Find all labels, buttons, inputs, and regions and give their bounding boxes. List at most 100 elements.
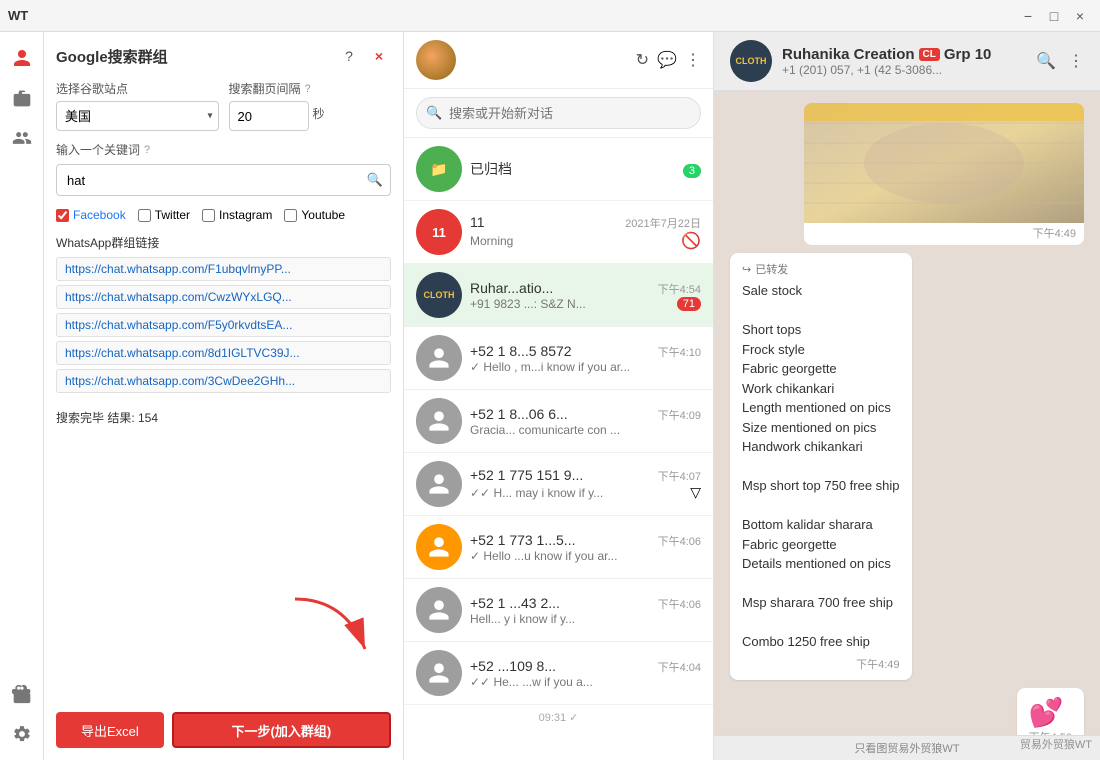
chat-header-icons: ↻ 💬 ⋮: [636, 50, 701, 70]
chat-avatar-11: 11: [416, 209, 462, 255]
chat-list-timestamp: 09:31 ✓: [404, 705, 713, 730]
help-icon-button[interactable]: ?: [337, 44, 361, 68]
msg-image-container: 下午4:49: [804, 103, 1084, 245]
chat-item-body: 已归档 3: [470, 159, 701, 179]
msg-image: [804, 103, 1084, 223]
chat-search-input[interactable]: [416, 97, 701, 129]
chat-item-ruhanika[interactable]: CLOTH Ruhar...atio... 下午4:54 +91 9823 ..…: [404, 264, 713, 327]
more-icon[interactable]: ⋮: [685, 50, 701, 70]
chat-item-name: 已归档: [470, 159, 512, 179]
close-button[interactable]: ×: [1068, 4, 1092, 28]
keyword-search-icon[interactable]: 🔍: [367, 172, 383, 188]
link-item[interactable]: https://chat.whatsapp.com/F5y0rkvdtsEA..…: [56, 313, 391, 337]
icon-sidebar: [0, 32, 44, 760]
left-panel: Google搜索群组 ? × 选择谷歌站点 美国 中国 英国 ▾: [44, 32, 404, 760]
bottom-buttons: 导出Excel 下一步(加入群组): [56, 712, 391, 748]
interval-input[interactable]: [229, 101, 309, 131]
maximize-button[interactable]: □: [1042, 4, 1066, 28]
sidebar-item-gift[interactable]: [4, 676, 40, 712]
keyword-input-wrapper: 🔍: [56, 164, 391, 196]
chat-item-11[interactable]: 11 11 2021年7月22日 Morning 🚫: [404, 201, 713, 264]
chat-item-msg: ✓✓ H... may i know if y...: [470, 486, 603, 500]
chat-item-time: 下午4:06: [658, 533, 701, 549]
chat-item-top: +52 1 8...06 6... 下午4:09: [470, 406, 701, 423]
chat-panel: ↻ 💬 ⋮ 🔍 📁 已归档 3: [404, 32, 714, 760]
chat-item-name: +52 1 ...43 2...: [470, 595, 560, 611]
chat-avatar-52-4: [416, 524, 462, 570]
sidebar-item-people[interactable]: [4, 120, 40, 156]
checkbox-instagram[interactable]: Instagram: [202, 208, 272, 222]
chat-view-more-icon[interactable]: ⋮: [1068, 51, 1084, 71]
chat-item-bottom: ✓ Hello ...u know if you ar...: [470, 549, 701, 563]
chat-item-52-4[interactable]: +52 1 773 1...5... 下午4:06 ✓ Hello ...u k…: [404, 516, 713, 579]
sidebar-item-briefcase[interactable]: [4, 80, 40, 116]
chat-view-icons: 🔍 ⋮: [1036, 51, 1084, 71]
chat-item-top: 11 2021年7月22日: [470, 214, 701, 231]
chat-item-52-5[interactable]: +52 1 ...43 2... 下午4:06 Hell... y i know…: [404, 579, 713, 642]
chat-avatar-52-3: [416, 461, 462, 507]
chat-item-archived[interactable]: 📁 已归档 3: [404, 138, 713, 201]
chat-item-52-3[interactable]: +52 1 775 151 9... 下午4:07 ✓✓ H... may i …: [404, 453, 713, 516]
sidebar-item-user[interactable]: [4, 40, 40, 76]
chat-item-52-1[interactable]: +52 1 8...5 8572 下午4:10 ✓ Hello , m...i …: [404, 327, 713, 390]
chat-item-name: +52 1 8...06 6...: [470, 406, 568, 422]
chat-item-52-2[interactable]: +52 1 8...06 6... 下午4:09 Gracia... comun…: [404, 390, 713, 453]
chat-item-msg: Gracia... comunicarte con ...: [470, 423, 620, 437]
panel-header-icons: ? ×: [337, 44, 391, 68]
msg-text: Sale stock Short tops Frock style Fabric…: [742, 281, 900, 652]
chat-item-top: +52 ...109 8... 下午4:04: [470, 658, 701, 675]
main-layout: Google搜索群组 ? × 选择谷歌站点 美国 中国 英国 ▾: [0, 32, 1100, 760]
chat-item-top: +52 1 8...5 8572 下午4:10: [470, 343, 701, 360]
link-item[interactable]: https://chat.whatsapp.com/F1ubqvlmyPP...: [56, 257, 391, 281]
link-item[interactable]: https://chat.whatsapp.com/CwzWYxLGQ...: [56, 285, 391, 309]
keyword-label-text: 输入一个关键词: [56, 141, 140, 158]
chat-item-time: 下午4:07: [658, 468, 701, 484]
site-interval-row: 选择谷歌站点 美国 中国 英国 ▾ 搜索翻页间隔 ?: [56, 80, 391, 131]
site-select[interactable]: 美国 中国 英国: [56, 101, 219, 131]
minimize-button[interactable]: −: [1016, 4, 1040, 28]
chat-item-body: +52 1 8...06 6... 下午4:09 Gracia... comun…: [470, 406, 701, 437]
refresh-icon[interactable]: ↻: [636, 50, 649, 70]
chat-view-search-icon[interactable]: 🔍: [1036, 51, 1056, 71]
link-item[interactable]: https://chat.whatsapp.com/8d1IGLTVC39J..…: [56, 341, 391, 365]
chat-search-icon: 🔍: [426, 105, 442, 121]
keyword-input[interactable]: [56, 164, 391, 196]
chat-item-top: +52 1 773 1...5... 下午4:06: [470, 532, 701, 549]
chat-item-body: +52 ...109 8... 下午4:04 ✓✓ He... ...w if …: [470, 658, 701, 689]
checkbox-twitter[interactable]: Twitter: [138, 208, 190, 222]
chat-view-header: CLOTH Ruhanika Creation CL Grp 10 +1 (20…: [714, 32, 1100, 91]
chat-item-top: Ruhar...atio... 下午4:54: [470, 280, 701, 297]
site-select-wrapper: 美国 中国 英国 ▾: [56, 101, 219, 131]
watermark: 贸易外贸狼WT: [1020, 736, 1092, 752]
panel-close-button[interactable]: ×: [367, 44, 391, 68]
chat-avatar-52-6: [416, 650, 462, 696]
panel-header: Google搜索群组 ? ×: [56, 44, 391, 68]
chat-search-area: 🔍: [404, 89, 713, 138]
checkbox-youtube[interactable]: Youtube: [284, 208, 345, 222]
cl-badge: CL: [919, 48, 940, 61]
chat-item-msg: ✓ Hello ...u know if you ar...: [470, 549, 617, 563]
chat-item-bottom: +91 9823 ...: S&Z N... 71: [470, 297, 701, 311]
chat-avatar-52-1: [416, 335, 462, 381]
chat-badge: 71: [677, 297, 701, 311]
chat-badge: 3: [683, 164, 701, 178]
window-controls: − □ ×: [1016, 4, 1092, 28]
status-bar: 搜索完毕 结果: 154: [56, 409, 391, 426]
chat-item-time: 下午4:09: [658, 407, 701, 423]
export-excel-button[interactable]: 导出Excel: [56, 712, 164, 748]
sidebar-item-settings[interactable]: [4, 716, 40, 752]
chat-panel-header: ↻ 💬 ⋮: [404, 32, 713, 89]
msg-image-time: 下午4:49: [804, 223, 1084, 245]
checkbox-facebook[interactable]: Facebook: [56, 208, 126, 222]
chat-item-name: +52 1 8...5 8572: [470, 343, 572, 359]
link-item[interactable]: https://chat.whatsapp.com/3CwDee2GHh...: [56, 369, 391, 393]
chat-item-time: 下午4:10: [658, 344, 701, 360]
interval-unit: 秒: [313, 105, 325, 128]
next-step-button[interactable]: 下一步(加入群组): [172, 712, 391, 748]
interval-help-icon: ?: [305, 83, 311, 95]
chat-view-avatar: CLOTH: [730, 40, 772, 82]
chat-item-52-6[interactable]: +52 ...109 8... 下午4:04 ✓✓ He... ...w if …: [404, 642, 713, 705]
msg-forwarded-label: ↪ 已转发: [742, 261, 900, 277]
chat-icon[interactable]: 💬: [657, 50, 677, 70]
chat-search-wrapper: 🔍: [416, 97, 701, 129]
